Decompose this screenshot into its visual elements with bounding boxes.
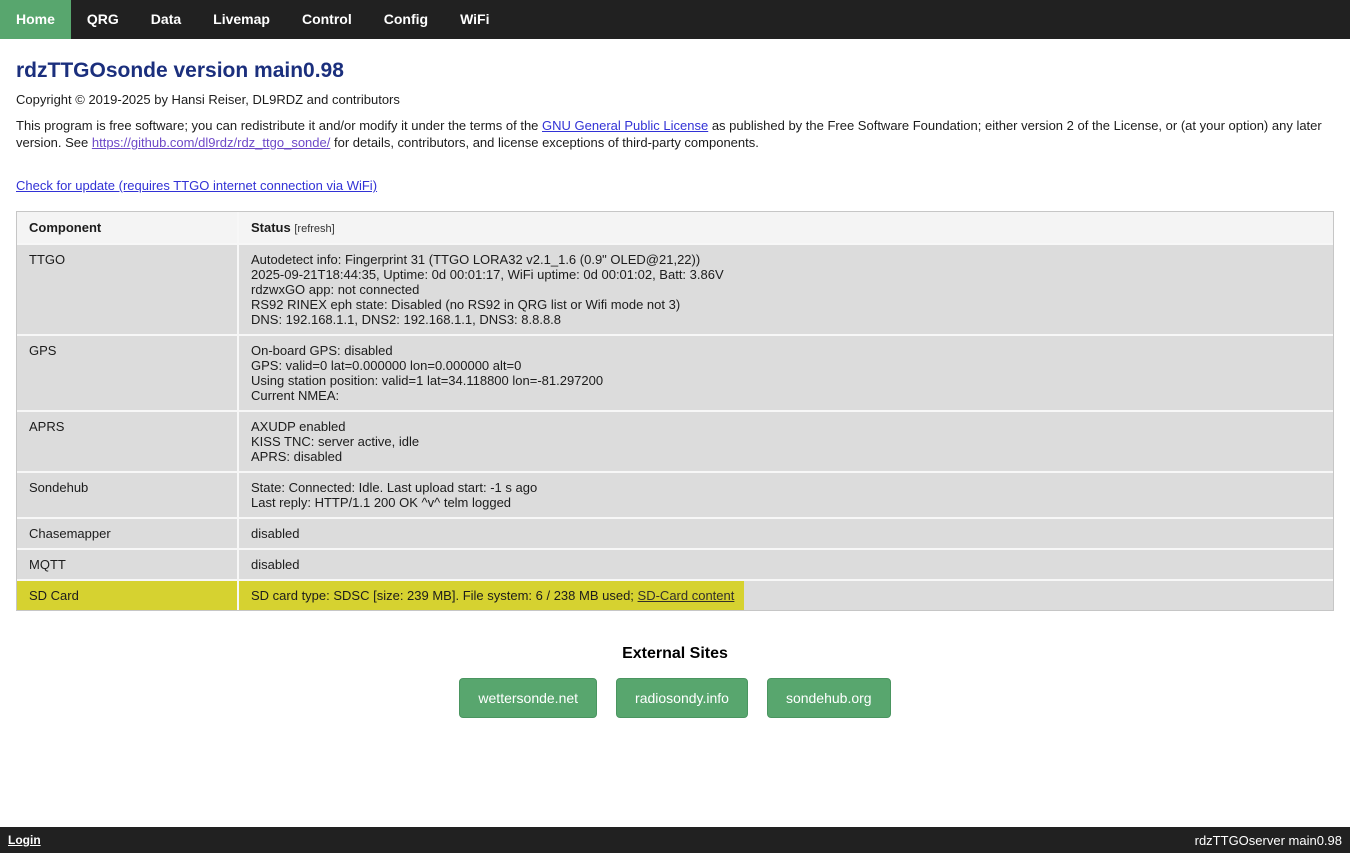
wettersonde-button[interactable]: wettersonde.net	[459, 678, 597, 718]
column-header-status: Status [refresh]	[239, 212, 1333, 245]
status-line: RS92 RINEX eph state: Disabled (no RS92 …	[251, 297, 1321, 312]
status-line: disabled	[251, 557, 1321, 572]
column-header-component: Component	[17, 212, 239, 245]
table-header-row: Component Status [refresh]	[17, 212, 1333, 245]
main-content: rdzTTGOsonde version main0.98 Copyright …	[0, 39, 1350, 718]
component-label-mqtt: MQTT	[17, 550, 239, 581]
status-cell-sdcard: SD card type: SDSC [size: 239 MB]. File …	[239, 581, 1333, 610]
nav-tab-home[interactable]: Home	[0, 0, 71, 39]
status-line: AXUDP enabled	[251, 419, 1321, 434]
gpl-license-link[interactable]: GNU General Public License	[542, 118, 708, 133]
table-row-aprs: APRS AXUDP enabled KISS TNC: server acti…	[17, 412, 1333, 473]
login-link[interactable]: Login	[8, 833, 41, 847]
nav-tab-wifi[interactable]: WiFi	[444, 0, 505, 39]
nav-tab-livemap[interactable]: Livemap	[197, 0, 286, 39]
license-text-post: for details, contributors, and license e…	[330, 135, 759, 150]
status-cell-gps: On-board GPS: disabled GPS: valid=0 lat=…	[239, 336, 1333, 412]
nav-tab-qrg[interactable]: QRG	[71, 0, 135, 39]
status-line: Last reply: HTTP/1.1 200 OK ^v^ telm log…	[251, 495, 1321, 510]
refresh-link[interactable]: [refresh]	[294, 223, 334, 235]
sdcard-status-text: SD card type: SDSC [size: 239 MB]. File …	[251, 588, 638, 603]
footer-bar: Login rdzTTGOserver main0.98	[0, 827, 1350, 853]
component-label-sdcard: SD Card	[17, 581, 239, 610]
license-text-pre: This program is free software; you can r…	[16, 118, 542, 133]
external-sites-title: External Sites	[16, 645, 1334, 663]
status-line: On-board GPS: disabled	[251, 343, 1321, 358]
top-navbar: Home QRG Data Livemap Control Config WiF…	[0, 0, 1350, 39]
nav-tab-config[interactable]: Config	[368, 0, 444, 39]
status-line: KISS TNC: server active, idle	[251, 434, 1321, 449]
component-label-aprs: APRS	[17, 412, 239, 473]
status-cell-sondehub: State: Connected: Idle. Last upload star…	[239, 473, 1333, 519]
update-row: Check for update (requires TTGO internet…	[16, 178, 1334, 193]
status-cell-aprs: AXUDP enabled KISS TNC: server active, i…	[239, 412, 1333, 473]
nav-tab-control[interactable]: Control	[286, 0, 368, 39]
nav-tab-data[interactable]: Data	[135, 0, 197, 39]
status-line: Using station position: valid=1 lat=34.1…	[251, 373, 1321, 388]
component-label-gps: GPS	[17, 336, 239, 412]
status-line: Current NMEA:	[251, 388, 1321, 403]
component-label-ttgo: TTGO	[17, 245, 239, 336]
sondehub-button[interactable]: sondehub.org	[767, 678, 891, 718]
table-row-sondehub: Sondehub State: Connected: Idle. Last up…	[17, 473, 1333, 519]
status-line: DNS: 192.168.1.1, DNS2: 192.168.1.1, DNS…	[251, 312, 1321, 327]
server-version-label: rdzTTGOserver main0.98	[1195, 833, 1342, 848]
component-label-chasemapper: Chasemapper	[17, 519, 239, 550]
status-line: APRS: disabled	[251, 449, 1321, 464]
table-row-sdcard: SD Card SD card type: SDSC [size: 239 MB…	[17, 581, 1333, 610]
status-cell-ttgo: Autodetect info: Fingerprint 31 (TTGO LO…	[239, 245, 1333, 336]
table-row-ttgo: TTGO Autodetect info: Fingerprint 31 (TT…	[17, 245, 1333, 336]
status-header-label: Status	[251, 220, 291, 235]
status-line: rdzwxGO app: not connected	[251, 282, 1321, 297]
copyright-line: Copyright © 2019-2025 by Hansi Reiser, D…	[16, 92, 1334, 107]
status-line: disabled	[251, 526, 1321, 541]
table-row-mqtt: MQTT disabled	[17, 550, 1333, 581]
status-cell-chasemapper: disabled	[239, 519, 1333, 550]
status-line: Autodetect info: Fingerprint 31 (TTGO LO…	[251, 252, 1321, 267]
status-cell-mqtt: disabled	[239, 550, 1333, 581]
check-update-link[interactable]: Check for update (requires TTGO internet…	[16, 178, 377, 193]
component-label-sondehub: Sondehub	[17, 473, 239, 519]
external-sites-section: External Sites wettersonde.net radiosond…	[16, 645, 1334, 718]
license-paragraph: This program is free software; you can r…	[16, 117, 1334, 151]
site-buttons-row: wettersonde.net radiosondy.info sondehub…	[16, 678, 1334, 718]
status-line: SD card type: SDSC [size: 239 MB]. File …	[251, 588, 1321, 603]
status-line: 2025-09-21T18:44:35, Uptime: 0d 00:01:17…	[251, 267, 1321, 282]
radiosondy-button[interactable]: radiosondy.info	[616, 678, 748, 718]
page-title: rdzTTGOsonde version main0.98	[16, 59, 1334, 83]
status-line: State: Connected: Idle. Last upload star…	[251, 480, 1321, 495]
status-table: Component Status [refresh] TTGO Autodete…	[16, 211, 1334, 611]
table-row-chasemapper: Chasemapper disabled	[17, 519, 1333, 550]
sdcard-content-link[interactable]: SD-Card content	[638, 588, 735, 603]
github-repo-link[interactable]: https://github.com/dl9rdz/rdz_ttgo_sonde…	[92, 135, 330, 150]
table-row-gps: GPS On-board GPS: disabled GPS: valid=0 …	[17, 336, 1333, 412]
status-line: GPS: valid=0 lat=0.000000 lon=0.000000 a…	[251, 358, 1321, 373]
